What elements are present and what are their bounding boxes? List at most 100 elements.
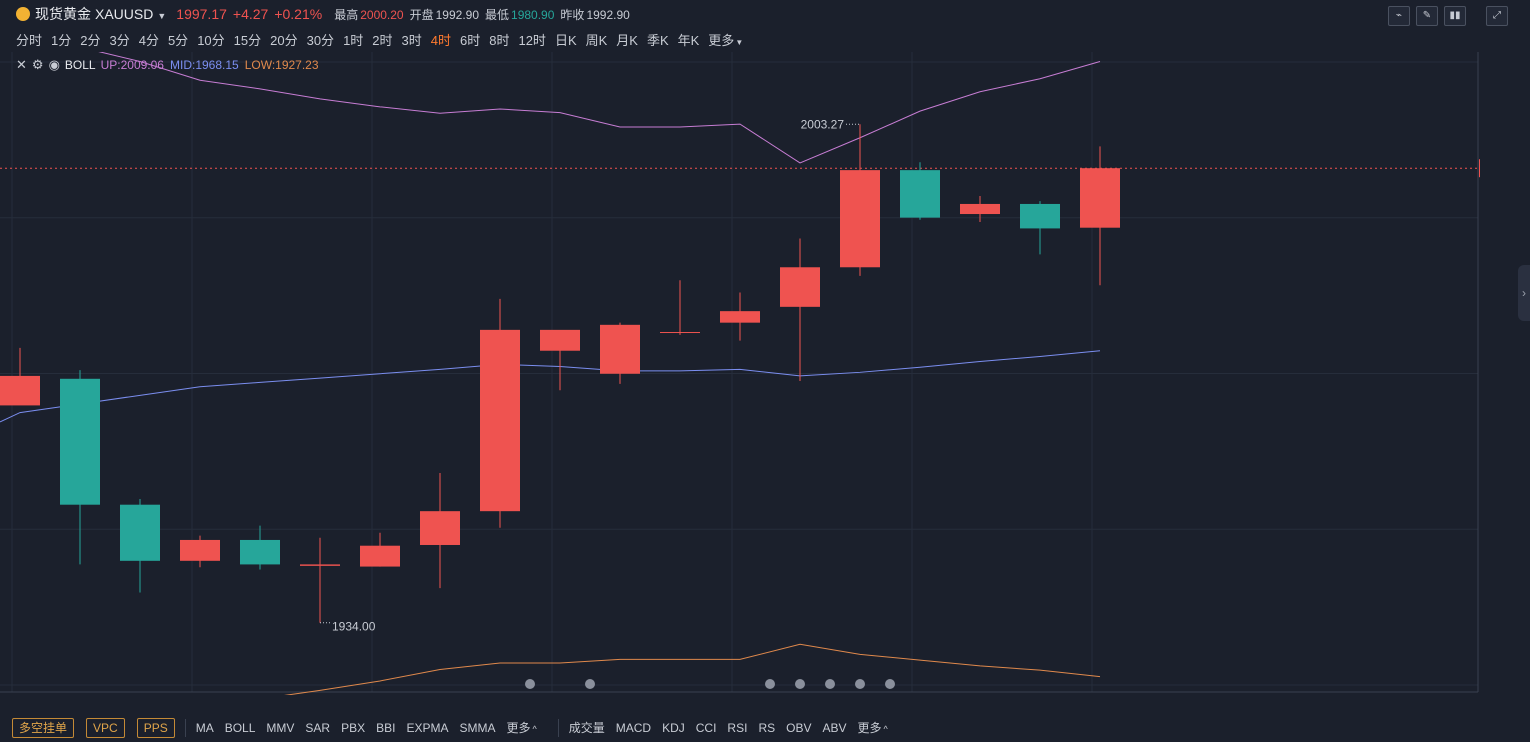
sub-indicator-5[interactable]: RS xyxy=(758,721,775,735)
candle-body xyxy=(660,332,700,334)
candle-body xyxy=(900,170,940,218)
candle-body xyxy=(600,324,640,374)
main-indicator-smma[interactable]: SMMA xyxy=(459,721,495,735)
sub-indicator-4[interactable]: RSI xyxy=(727,721,747,735)
prev-close-label: 昨收 xyxy=(560,8,585,22)
main-indicator-more[interactable]: 更多 ^ xyxy=(506,719,536,736)
gear-icon[interactable]: ⚙ xyxy=(32,57,44,73)
symbol-header: 现货黄金 XAUUSD ▼ 1997.17 +4.27 +0.21% 最高 20… xyxy=(16,4,630,24)
candlestick-chart[interactable]: 2011.931990.291968.641946.991925.341 16:… xyxy=(0,52,1480,695)
main-indicator-ma[interactable]: MA xyxy=(196,721,214,735)
candle-body xyxy=(180,539,220,561)
event-marker-icon[interactable] xyxy=(765,679,775,689)
fullscreen-icon[interactable]: ⤢ xyxy=(1486,6,1508,26)
close-icon[interactable]: ✕ xyxy=(16,57,27,73)
period-13[interactable]: 4时 xyxy=(431,30,451,49)
toggle-box-0[interactable]: 多空挂单 xyxy=(12,717,75,738)
current-price-tag xyxy=(1479,159,1480,178)
period-9[interactable]: 30分 xyxy=(307,30,334,49)
main-indicator-pbx[interactable]: PBX xyxy=(341,721,365,735)
sub-indicator-0[interactable]: 成交量 xyxy=(569,719,605,736)
event-marker-icon[interactable] xyxy=(885,679,895,689)
chevron-down-icon[interactable]: ▼ xyxy=(157,11,166,21)
high-label: 最高 xyxy=(334,8,359,22)
event-marker-icon[interactable] xyxy=(795,679,805,689)
divider xyxy=(184,718,186,737)
period-11[interactable]: 2时 xyxy=(372,30,392,49)
event-marker-icon[interactable] xyxy=(855,679,865,689)
open-value: 1992.90 xyxy=(435,8,480,22)
main-indicator-expma[interactable]: EXPMA xyxy=(406,721,448,735)
boll-lower-line xyxy=(283,643,1101,695)
top-bar: 现货黄金 XAUUSD ▼ 1997.17 +4.27 +0.21% 最高 20… xyxy=(0,0,1530,26)
sub-indicator-more[interactable]: 更多 ^ xyxy=(857,719,887,736)
sub-indicator-1[interactable]: MACD xyxy=(616,721,651,735)
period-16[interactable]: 12时 xyxy=(518,30,545,49)
open-label: 开盘 xyxy=(409,8,434,22)
sub-indicator-3[interactable]: CCI xyxy=(696,721,717,735)
sub-indicator-6[interactable]: OBV xyxy=(786,721,811,735)
period-8[interactable]: 20分 xyxy=(270,30,297,49)
sub-indicator-2[interactable]: KDJ xyxy=(662,721,685,735)
period-20[interactable]: 季K xyxy=(647,30,669,49)
period-14[interactable]: 6时 xyxy=(460,30,480,49)
candle-body xyxy=(120,504,160,561)
candle-body xyxy=(720,311,760,323)
indicator-name: BOLL xyxy=(64,58,96,72)
candle-body xyxy=(1020,203,1060,229)
candle-type-icon[interactable]: ▮▮ xyxy=(1444,6,1466,26)
period-18[interactable]: 周K xyxy=(586,30,608,49)
period-4[interactable]: 4分 xyxy=(139,30,159,49)
period-21[interactable]: 年K xyxy=(678,30,700,49)
period-6[interactable]: 10分 xyxy=(197,30,224,49)
candle-body xyxy=(0,375,40,406)
period-3[interactable]: 3分 xyxy=(109,30,129,49)
candle-body xyxy=(1080,168,1120,228)
candle-body xyxy=(60,378,100,505)
boll-mid-line xyxy=(0,350,1101,423)
main-indicator-bbi[interactable]: BBI xyxy=(376,721,395,735)
period-bar: 分时 1分 2分 3分 4分 5分 10分 15分 20分 30分 1时 2时 3时 4时 6时 8时 12时日… xyxy=(16,30,752,49)
period-more[interactable]: 更多▼ xyxy=(708,30,743,49)
line-chart-icon[interactable]: ⌁ xyxy=(1388,6,1410,26)
period-0[interactable]: 分时 xyxy=(16,30,42,49)
period-2[interactable]: 2分 xyxy=(80,30,100,49)
main-indicator-boll[interactable]: BOLL xyxy=(225,721,256,735)
toggle-box-1[interactable]: VPC xyxy=(86,717,125,738)
candle-body xyxy=(420,511,460,545)
main-indicator-mmv[interactable]: MMV xyxy=(266,721,294,735)
event-marker-icon[interactable] xyxy=(585,679,595,689)
low-annotation-label: 1934.00 xyxy=(332,620,376,634)
sub-indicator-7[interactable]: ABV xyxy=(822,721,846,735)
event-marker-icon[interactable] xyxy=(825,679,835,689)
period-12[interactable]: 3时 xyxy=(402,30,422,49)
prev-close-value: 1992.90 xyxy=(586,8,630,22)
event-marker-icon[interactable] xyxy=(525,679,535,689)
chevron-right-icon[interactable]: › xyxy=(1518,265,1530,321)
period-5[interactable]: 5分 xyxy=(168,30,188,49)
period-7[interactable]: 15分 xyxy=(234,30,261,49)
toggle-box-2[interactable]: PPS xyxy=(136,717,175,738)
boll-low-value: LOW:1927.23 xyxy=(244,58,319,72)
period-1[interactable]: 1分 xyxy=(51,30,71,49)
symbol-name[interactable]: 现货黄金 xyxy=(35,4,91,24)
period-10[interactable]: 1时 xyxy=(343,30,363,49)
eye-icon[interactable]: ◉ xyxy=(49,57,60,73)
candle-body xyxy=(240,539,280,565)
chevron-down-icon: ▼ xyxy=(735,38,744,47)
boll-mid-value: MID:1968.15 xyxy=(169,58,239,72)
symbol-code[interactable]: XAUUSD xyxy=(95,6,153,22)
period-17[interactable]: 日K xyxy=(555,30,577,49)
candle-body xyxy=(780,267,820,307)
main-indicator-sar[interactable]: SAR xyxy=(305,721,330,735)
period-more-label: 更多 xyxy=(708,33,735,48)
period-15[interactable]: 8时 xyxy=(489,30,509,49)
divider xyxy=(557,718,559,737)
last-price: 1997.17 xyxy=(176,6,227,22)
boll-legend: ✕ ⚙ ◉ BOLL UP:2009.06 MID:1968.15 LOW:19… xyxy=(16,57,319,73)
period-19[interactable]: 月K xyxy=(616,30,638,49)
draw-pen-icon[interactable]: ✎ xyxy=(1416,6,1438,26)
candle-body xyxy=(540,329,580,351)
high-annotation-label: 2003.27 xyxy=(801,117,845,131)
price-change: +4.27 xyxy=(232,6,269,22)
